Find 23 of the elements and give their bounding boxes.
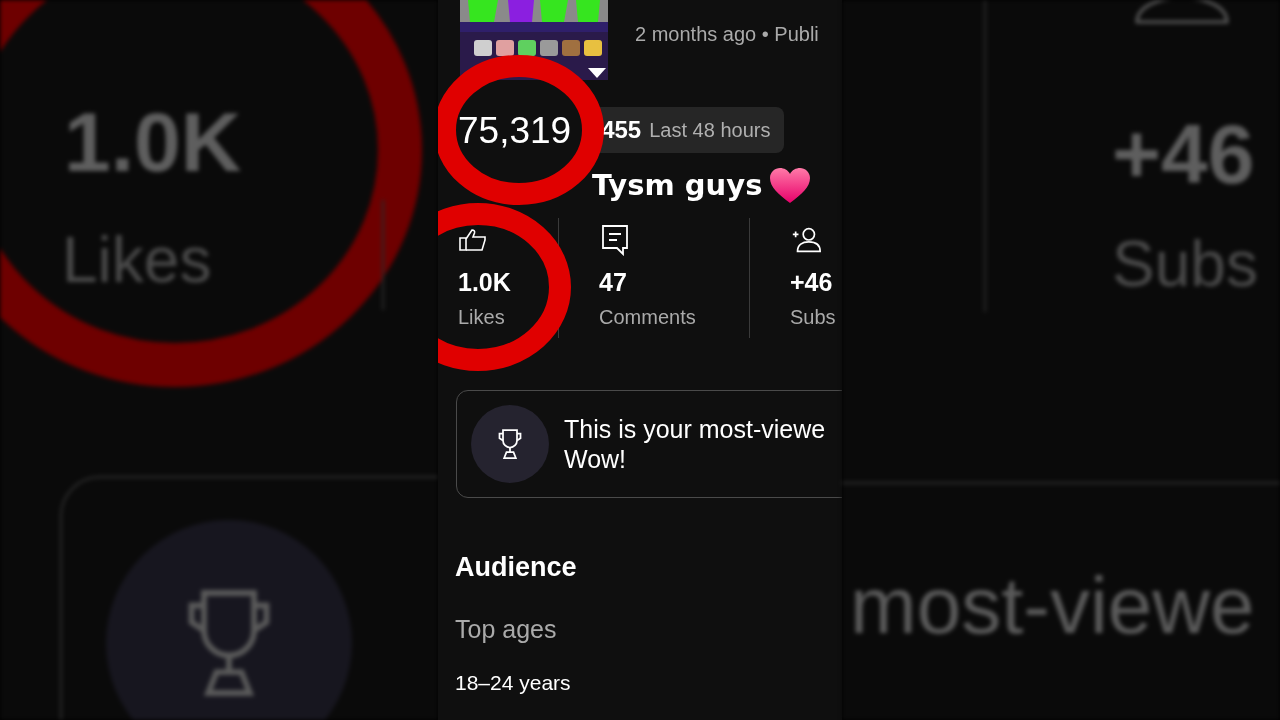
stat-value: 1.0K	[458, 270, 512, 295]
change-period: Last 48 hours	[649, 118, 771, 143]
stat-value: 47	[599, 270, 628, 295]
stat-value: +46	[1112, 112, 1255, 196]
heart-icon	[770, 168, 811, 204]
stat-label: Subs	[790, 307, 837, 327]
stat-label: Likes	[62, 228, 212, 292]
highlight-text: Wow!	[564, 444, 628, 474]
age-range: 18–24 years	[455, 672, 572, 693]
trophy-icon	[496, 427, 524, 461]
view-count: 75,319	[458, 111, 572, 149]
stat-label: Comments	[599, 307, 697, 327]
section-title: Audience	[455, 554, 578, 581]
stat-value: +46	[790, 270, 834, 295]
stat-label: Likes	[458, 307, 506, 327]
stat-value: 1.0K	[64, 100, 242, 184]
section-subtitle: Top ages	[455, 617, 558, 642]
highlight-text: This is your most-viewe	[564, 414, 826, 444]
comment-icon	[599, 224, 631, 256]
video-meta: 2 months ago • Publi	[635, 22, 819, 47]
stat-label: Subs	[1112, 232, 1258, 296]
caption-text: Tysm guys	[592, 167, 763, 205]
card-text: most-viewe	[850, 566, 1255, 646]
